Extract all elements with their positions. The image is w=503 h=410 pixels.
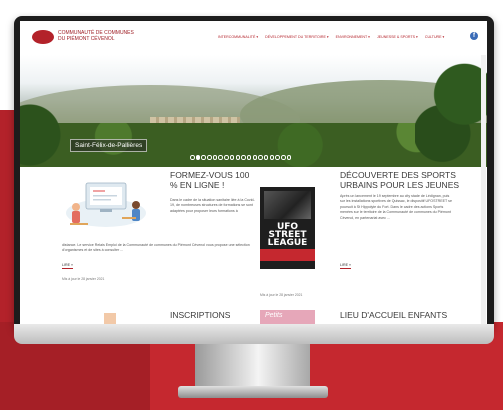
main-nav: INTERCOMMUNALITÉ ▾ DÉVELOPPEMENT DU TERR…: [218, 35, 444, 39]
slider-dot[interactable]: [286, 155, 292, 160]
nav-item-culture[interactable]: CULTURE ▾: [425, 35, 445, 39]
nav-item-jeunesse-sports[interactable]: JEUNESSE & SPORTS ▾: [377, 35, 418, 39]
article-title[interactable]: FORMEZ-VOUS 100 % EN LIGNE !: [170, 170, 255, 190]
slider-dot[interactable]: [229, 155, 235, 160]
hero-slider[interactable]: Saint-Félix-de-Pallières: [20, 55, 487, 167]
poster-red-band: [260, 249, 315, 261]
read-more-link[interactable]: LIRE »: [62, 263, 73, 269]
page-scrollbar[interactable]: [481, 55, 486, 324]
article-date: Mis à jour le 28 janvier 2021: [62, 277, 105, 281]
slider-dot[interactable]: [195, 155, 201, 160]
poster-sponsor-logos: [260, 269, 315, 289]
article-excerpt: Après un lancement le 19 septembre au ci…: [340, 194, 452, 220]
slider-dot[interactable]: [269, 155, 275, 160]
slider-dot[interactable]: [246, 155, 252, 160]
slider-dot[interactable]: [218, 155, 223, 160]
article-title[interactable]: DÉCOUVERTE DES SPORTS URBAINS POUR LES J…: [340, 170, 460, 190]
article-date: Mis à jour le 28 janvier 2021: [260, 293, 303, 297]
facebook-icon[interactable]: f: [470, 32, 478, 40]
slider-dot[interactable]: [235, 155, 240, 160]
article-illustration-online-training[interactable]: [62, 173, 150, 233]
slider-dot[interactable]: [241, 155, 246, 160]
article-poster-ufo-street[interactable]: UFO STREET LEAGUE: [260, 171, 315, 289]
article-title[interactable]: LIEU D'ACCUEIL ENFANTS: [340, 310, 447, 320]
nav-item-developpement[interactable]: DÉVELOPPEMENT DU TERRITOIRE ▾: [265, 35, 329, 39]
monitor-stand-neck: [195, 344, 310, 388]
slider-dot[interactable]: [212, 155, 218, 160]
slider-dots: [190, 155, 292, 160]
slider-dot[interactable]: [252, 155, 258, 160]
thumbnail-label: Petits: [265, 312, 283, 319]
slider-dot[interactable]: [190, 155, 195, 160]
read-more-link[interactable]: LIRE »: [340, 263, 351, 269]
monitor-chin: [14, 324, 494, 344]
slider-dot[interactable]: [275, 155, 280, 160]
poster-header: [260, 171, 315, 187]
slider-dot[interactable]: [281, 155, 286, 160]
slider-dot[interactable]: [201, 155, 206, 160]
article-thumbnail[interactable]: [104, 313, 116, 324]
site-title-line2: DU PIÉMONT CÉVENOL: [58, 36, 115, 42]
article-thumbnail[interactable]: Petits: [260, 310, 315, 324]
poster-title: UFO STREET LEAGUE: [267, 222, 308, 248]
article-title[interactable]: INSCRIPTIONS: [170, 310, 230, 320]
site-logo[interactable]: [32, 30, 54, 44]
monitor-stand-base: [178, 386, 328, 398]
site-header: COMMUNAUTÉ DE COMMUNES DU PIÉMONT CÉVENO…: [20, 21, 487, 55]
slider-dot[interactable]: [258, 155, 263, 160]
nav-item-intercommunalite[interactable]: INTERCOMMUNALITÉ ▾: [218, 35, 258, 39]
hero-tree-right: [415, 55, 487, 167]
article-excerpt-continued: distance. Le service Relais Emploi de la…: [62, 243, 250, 253]
hero-caption: Saint-Félix-de-Pallières: [70, 139, 148, 152]
article-excerpt: Dans le cadre de la situation sanitaire …: [170, 198, 255, 213]
hero-tree-left: [20, 95, 65, 167]
poster-photo: [264, 191, 311, 219]
slider-dot[interactable]: [207, 155, 212, 160]
slider-dot[interactable]: [263, 155, 269, 160]
slider-dot[interactable]: [224, 155, 229, 160]
monitor-screen: COMMUNAUTÉ DE COMMUNES DU PIÉMONT CÉVENO…: [20, 21, 487, 324]
site-title[interactable]: COMMUNAUTÉ DE COMMUNES DU PIÉMONT CÉVENO…: [58, 30, 168, 42]
nav-item-environnement[interactable]: ENVIRONNEMENT ▾: [336, 35, 370, 39]
